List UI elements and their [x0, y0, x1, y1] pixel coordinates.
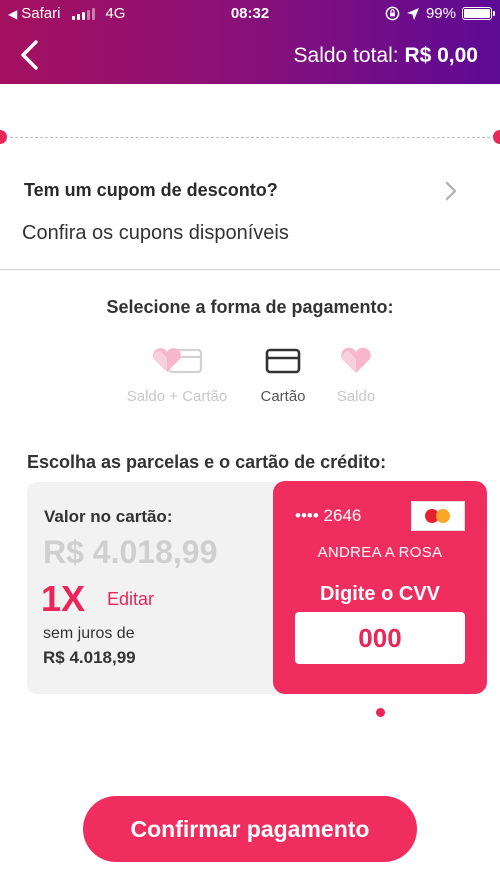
card-value-amount: R$ 4.018,99 [43, 534, 218, 570]
saldo-total-label: Saldo total: [293, 44, 399, 67]
installment-total: R$ 4.018,99 [43, 648, 136, 667]
card-number: •••• 2646 [295, 506, 362, 525]
heart-icon [341, 347, 371, 373]
payment-method-saldo-cartao[interactable]: Saldo + Cartão [116, 342, 238, 405]
heart-card-icon [153, 348, 203, 374]
chevron-right-icon[interactable] [442, 180, 460, 202]
payment-method-cartao[interactable]: Cartão [250, 342, 316, 405]
payment-method-title: Selecione a forma de pagamento: [106, 297, 394, 317]
credit-card[interactable]: •••• 2646 ANDREA A ROSA Digite o CVV [273, 481, 487, 694]
card-value-label: Valor no cartão: [44, 507, 173, 526]
battery-percent: 99% [425, 5, 456, 22]
payment-method-label: Saldo + Cartão [126, 388, 228, 405]
status-right: 99% [385, 5, 495, 22]
coupon-subtitle: Confira os cupons disponíveis [22, 222, 289, 244]
cvv-input[interactable] [295, 612, 465, 664]
installments-panel: Valor no cartão: R$ 4.018,99 1X Editar s… [27, 482, 289, 694]
orientation-lock-icon [385, 6, 400, 21]
battery-icon [462, 7, 495, 20]
coupon-row[interactable]: Tem um cupom de desconto? Confira os cup… [0, 160, 500, 270]
saldo-total: Saldo total: R$ 0,00 [294, 44, 478, 68]
location-icon [406, 7, 419, 20]
installments-title: Escolha as parcelas e o cartão de crédit… [27, 452, 387, 472]
credit-card-icon [265, 348, 301, 374]
carousel-page-indicator[interactable] [376, 708, 385, 717]
interest-text: sem juros de [43, 625, 135, 642]
installments-edit-link[interactable]: Editar [107, 589, 154, 610]
payment-method-label: Saldo [336, 388, 376, 405]
card-holder-name: ANDREA A ROSA [317, 544, 443, 561]
back-arrow-icon[interactable] [16, 38, 46, 72]
header-bar: ◀ Safari 4G 08:32 99% Saldo total: R$ 0,… [0, 0, 500, 84]
coupon-title: Tem um cupom de desconto? [24, 180, 278, 200]
saldo-total-value: R$ 0,00 [404, 44, 478, 67]
cvv-label: Digite o CVV [319, 583, 440, 605]
dashed-divider [10, 137, 490, 138]
mastercard-logo-icon [411, 501, 465, 531]
ticket-notch-left [0, 130, 7, 144]
confirm-payment-button[interactable]: Confirmar pagamento [83, 796, 417, 862]
installment-count: 1X [41, 578, 86, 619]
status-bar: ◀ Safari 4G 08:32 99% [0, 0, 500, 28]
payment-method-saldo[interactable]: Saldo [328, 342, 384, 405]
payment-method-label: Cartão [260, 388, 306, 405]
ticket-notch-right [493, 130, 500, 144]
